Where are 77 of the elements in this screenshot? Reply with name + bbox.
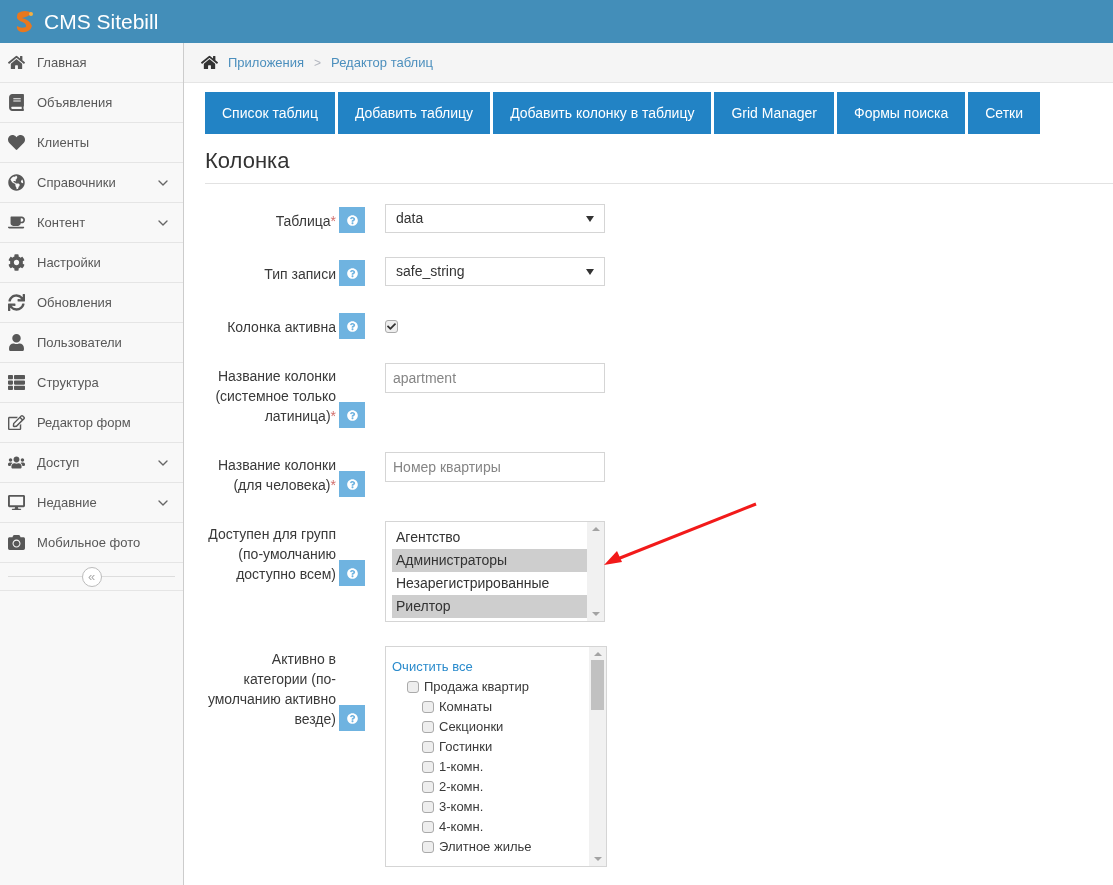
- help-button[interactable]: [339, 560, 365, 586]
- gear-icon: [8, 254, 25, 271]
- toolbar-button[interactable]: Формы поиска: [837, 92, 966, 134]
- checkbox[interactable]: [422, 761, 434, 773]
- select-field[interactable]: safe_string: [385, 257, 605, 286]
- listbox-option[interactable]: Администраторы: [392, 549, 587, 572]
- checkbox[interactable]: [407, 681, 419, 693]
- heart-icon: [8, 134, 25, 151]
- edit-icon: [8, 414, 25, 431]
- scrollbar[interactable]: [589, 647, 606, 866]
- scrollbar[interactable]: [587, 522, 604, 621]
- field-label: Активно в категории (по-умолчанию активно везде): [206, 650, 336, 729]
- category-label: 2-комн.: [439, 778, 484, 797]
- dropdown-arrow-icon: [586, 268, 594, 275]
- help-icon: [346, 478, 358, 490]
- checkbox[interactable]: [422, 701, 434, 713]
- help-button[interactable]: [339, 471, 365, 497]
- help-icon: [346, 267, 358, 279]
- toolbar-button[interactable]: Grid Manager: [714, 92, 835, 134]
- checkbox[interactable]: [422, 801, 434, 813]
- cup-icon: [8, 214, 25, 231]
- refresh-icon: [8, 294, 25, 311]
- checkbox[interactable]: [385, 320, 398, 333]
- checkbox[interactable]: [422, 781, 434, 793]
- listbox-option[interactable]: Незарегистрированные: [392, 572, 587, 595]
- app-title: CMS Sitebill: [44, 8, 159, 35]
- help-button[interactable]: [339, 705, 365, 731]
- field-label: Колонка активна: [227, 318, 336, 337]
- checkbox[interactable]: [422, 741, 434, 753]
- toolbar-button[interactable]: Список таблиц: [205, 92, 335, 134]
- toolbar-button[interactable]: Сетки: [968, 92, 1041, 134]
- home-icon: [8, 54, 25, 71]
- users-icon: [8, 454, 25, 471]
- listbox[interactable]: Агентство Администраторы Незарегистрированные Риелтор: [385, 521, 605, 622]
- help-button[interactable]: [339, 402, 365, 428]
- field-label: Доступен для групп (по-умолчанию доступно всем): [207, 525, 336, 584]
- help-icon: [346, 320, 358, 332]
- checkbox[interactable]: [422, 721, 434, 733]
- field-label: Таблица*: [275, 212, 336, 231]
- category-label: 4-комн.: [439, 818, 484, 837]
- breadcrumb-separator: >: [314, 54, 322, 72]
- help-icon: [346, 409, 358, 421]
- category-label: Элитное жилье: [439, 838, 532, 857]
- monitor-icon: [8, 494, 25, 511]
- camera-icon: [8, 534, 25, 551]
- help-button[interactable]: [339, 260, 365, 286]
- checkbox[interactable]: [422, 821, 434, 833]
- dropdown-arrow-icon: [586, 215, 594, 222]
- listbox-option[interactable]: Риелтор: [392, 595, 587, 618]
- toolbar-button[interactable]: Добавить таблицу: [337, 92, 491, 134]
- home-icon[interactable]: [201, 54, 218, 71]
- category-label: Комнаты: [439, 698, 493, 717]
- help-icon: [346, 567, 358, 579]
- list-icon: [8, 374, 25, 391]
- help-button[interactable]: [339, 207, 365, 233]
- help-button[interactable]: [339, 313, 365, 339]
- field-label: Название колонки (для человека)*: [217, 456, 336, 495]
- toolbar-button[interactable]: Добавить колонку в таблицу: [493, 92, 712, 134]
- help-icon: [346, 214, 358, 226]
- category-label: 1-комн.: [439, 758, 484, 777]
- checkbox[interactable]: [422, 841, 434, 853]
- category-label: Секционки: [439, 718, 504, 737]
- input-field[interactable]: Номер квартиры: [385, 452, 605, 482]
- user-icon: [8, 334, 25, 351]
- page-heading: Колонка: [205, 147, 291, 175]
- listbox-option[interactable]: Агентство: [392, 526, 587, 549]
- field-label: Тип записи: [264, 265, 336, 284]
- globe-icon: [8, 174, 25, 191]
- input-field[interactable]: apartment: [385, 363, 605, 393]
- category-label: 3-комн.: [439, 798, 484, 817]
- clear-all-link[interactable]: Очистить все: [392, 657, 589, 677]
- help-icon: [346, 712, 358, 724]
- field-label: Название колонки (системное только латиница)*: [214, 367, 336, 426]
- book-icon: [8, 94, 25, 111]
- category-label: Гостинки: [439, 738, 493, 757]
- category-label: Продажа квартир: [424, 678, 529, 697]
- select-field[interactable]: data: [385, 204, 605, 233]
